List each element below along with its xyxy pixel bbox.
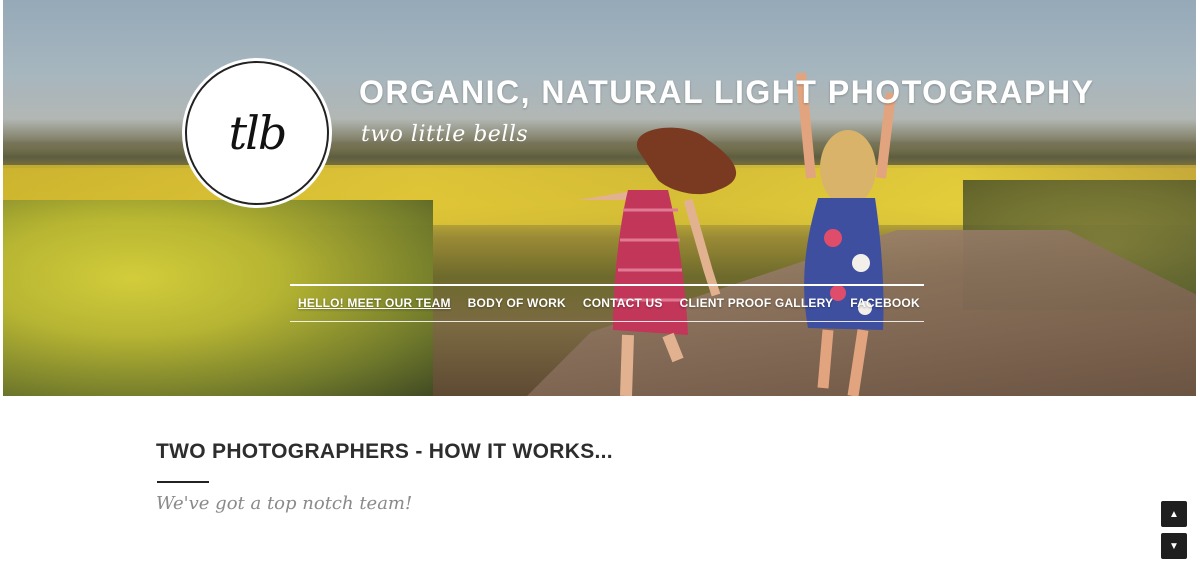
- section-subtitle: We've got a top notch team!: [156, 493, 413, 514]
- nav-item-contact-us[interactable]: CONTACT US: [583, 296, 663, 310]
- section-heading: TWO PHOTOGRAPHERS - HOW IT WORKS...: [156, 440, 613, 463]
- scroll-up-button[interactable]: ▲: [1161, 501, 1187, 527]
- site-tagline: two little bells: [361, 122, 529, 147]
- site-logo[interactable]: tlb: [185, 61, 329, 205]
- hero-banner: tlb ORGANIC, NATURAL LIGHT PHOTOGRAPHY t…: [3, 0, 1196, 396]
- girl-right-figure: [796, 72, 896, 396]
- nav-item-body-of-work[interactable]: BODY OF WORK: [468, 296, 566, 310]
- nav-item-meet-our-team[interactable]: HELLO! MEET OUR TEAM: [298, 296, 451, 310]
- nav-item-facebook[interactable]: FACEBOOK: [850, 296, 920, 310]
- main-navigation: HELLO! MEET OUR TEAM BODY OF WORK CONTAC…: [298, 296, 920, 310]
- nav-item-client-proof-gallery[interactable]: CLIENT PROOF GALLERY: [680, 296, 834, 310]
- arrow-up-icon: ▲: [1169, 508, 1179, 520]
- nav-divider-top: [290, 284, 924, 286]
- girl-left-figure: [578, 127, 737, 396]
- site-title: ORGANIC, NATURAL LIGHT PHOTOGRAPHY: [359, 74, 1095, 110]
- scroll-down-button[interactable]: ▼: [1161, 533, 1187, 559]
- logo-monogram: tlb: [228, 106, 288, 160]
- nav-divider-bottom: [290, 321, 924, 322]
- arrow-down-icon: ▼: [1169, 540, 1179, 552]
- heading-underline: [157, 481, 209, 483]
